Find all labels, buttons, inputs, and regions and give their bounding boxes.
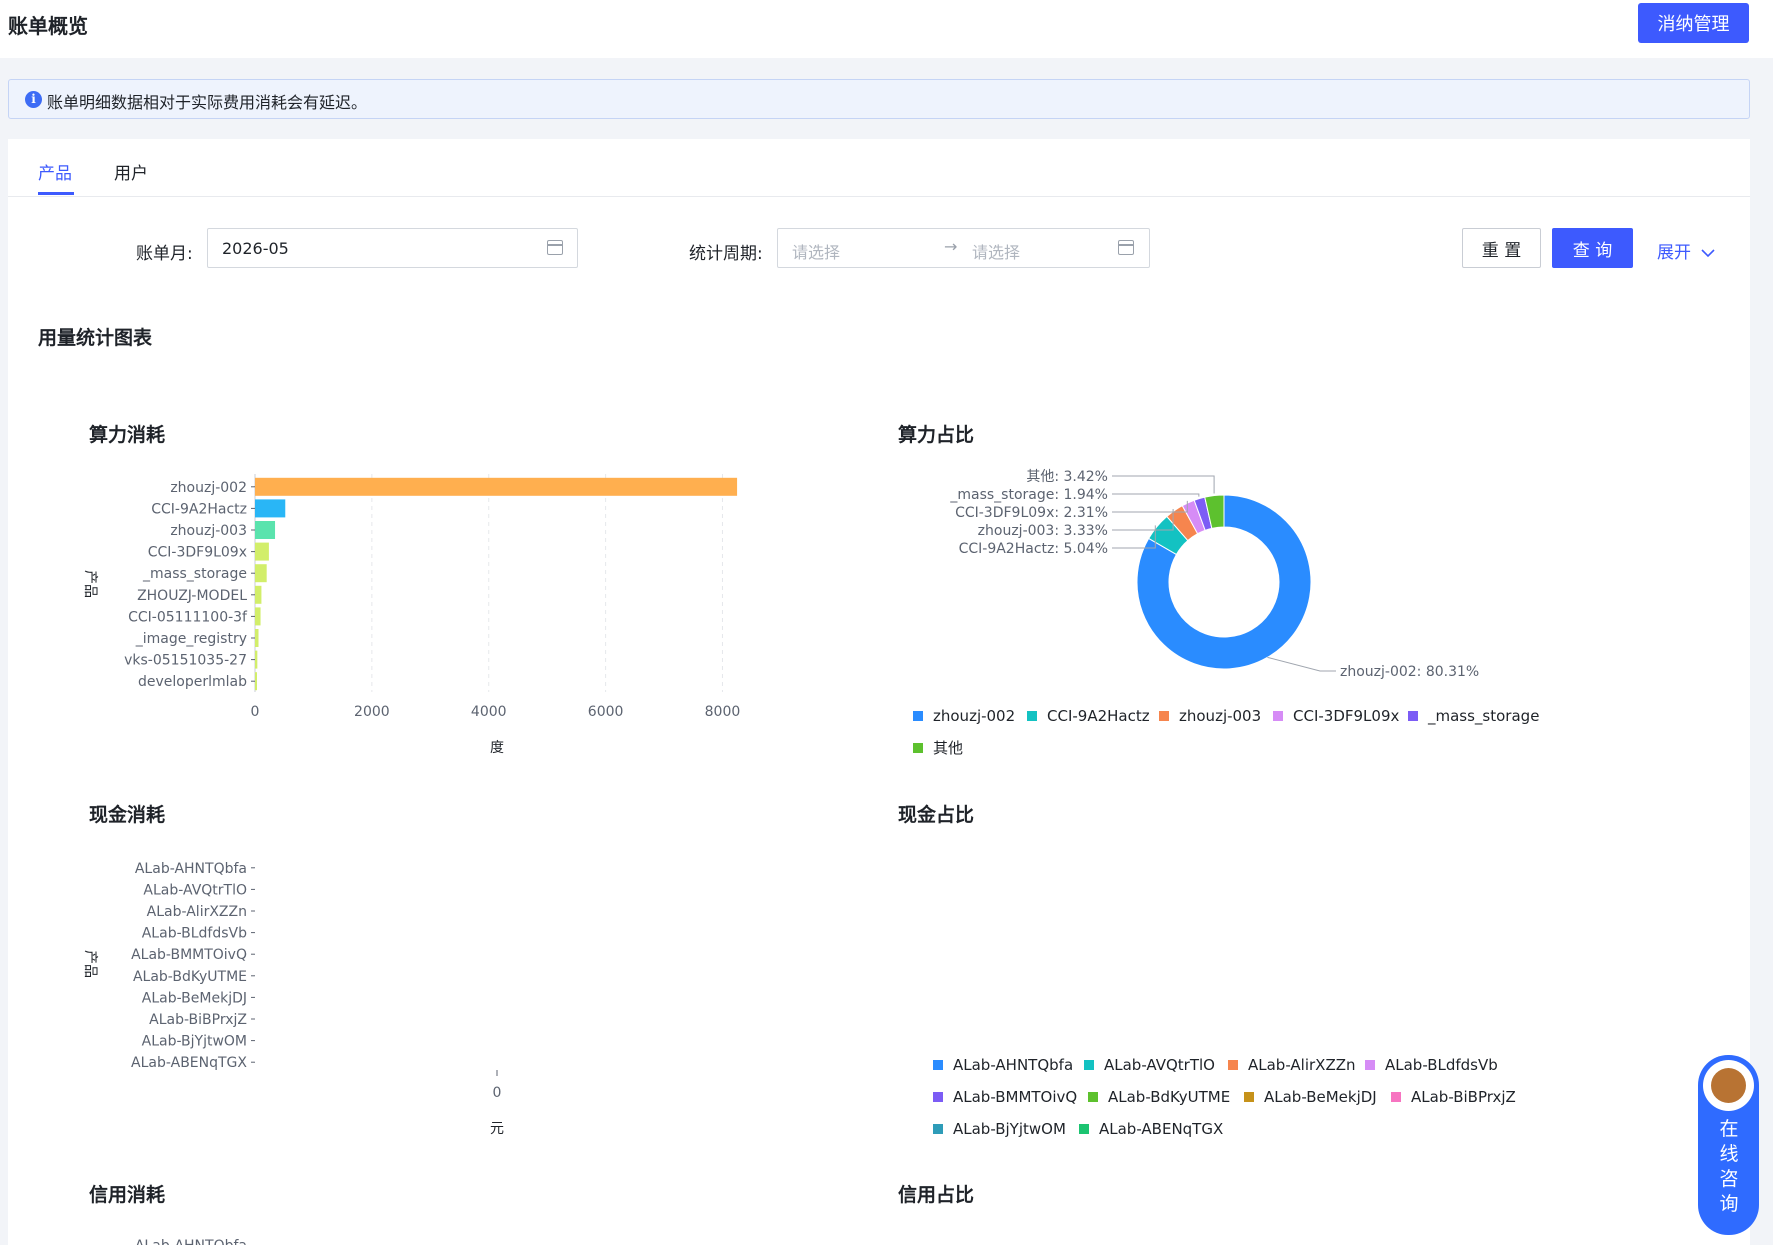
- period-label: 统计周期:: [689, 244, 763, 264]
- page-title: 账单概览: [8, 14, 88, 38]
- calendar-icon: [547, 240, 563, 255]
- online-consult-label: 在线咨询: [1719, 1118, 1739, 1215]
- arrow-right-icon: →: [944, 237, 958, 256]
- absorption-manage-button[interactable]: 消纳管理: [1638, 3, 1749, 43]
- compute-consumption-title: 算力消耗: [89, 424, 166, 446]
- period-end-input[interactable]: 请选择: [972, 239, 1020, 263]
- page-header: 账单概览 消纳管理: [0, 0, 1773, 58]
- tab-user[interactable]: 用户: [114, 159, 148, 184]
- calendar-icon: [1118, 240, 1134, 255]
- assistant-avatar-icon: [1703, 1060, 1754, 1111]
- active-tab-indicator: [38, 192, 74, 195]
- notice-text: 账单明细数据相对于实际费用消耗会有延迟。: [47, 93, 368, 112]
- cash-consumption-title: 现金消耗: [89, 804, 166, 826]
- cash-share-title: 现金占比: [898, 804, 975, 826]
- credit-share-title: 信用占比: [898, 1184, 975, 1206]
- bill-month-value: 2026-05: [222, 239, 289, 258]
- tab-product[interactable]: 产品: [38, 159, 72, 184]
- online-consult-widget[interactable]: 在线咨询: [1698, 1055, 1759, 1235]
- period-range-picker[interactable]: 请选择 → 请选择: [777, 228, 1150, 268]
- query-button[interactable]: 查 询: [1552, 228, 1633, 268]
- usage-stats-section-title: 用量统计图表: [38, 327, 153, 349]
- info-icon: i: [25, 91, 42, 108]
- bill-month-label: 账单月:: [136, 244, 193, 264]
- bill-month-picker[interactable]: 2026-05: [207, 228, 578, 268]
- credit-consumption-title: 信用消耗: [89, 1184, 166, 1206]
- expand-label: 展开: [1657, 243, 1691, 263]
- main-card: 产品 用户 账单月: 2026-05 统计周期: 请选择 → 请选择 重 置 查…: [8, 139, 1750, 1245]
- period-start-input[interactable]: 请选择: [792, 239, 840, 263]
- chevron-down-icon: [1701, 243, 1715, 263]
- expand-toggle[interactable]: 展开: [1657, 238, 1715, 263]
- compute-share-title: 算力占比: [898, 424, 975, 446]
- reset-button[interactable]: 重 置: [1462, 228, 1541, 268]
- tab-divider: [8, 196, 1750, 197]
- notice-banner: i 账单明细数据相对于实际费用消耗会有延迟。: [8, 79, 1750, 119]
